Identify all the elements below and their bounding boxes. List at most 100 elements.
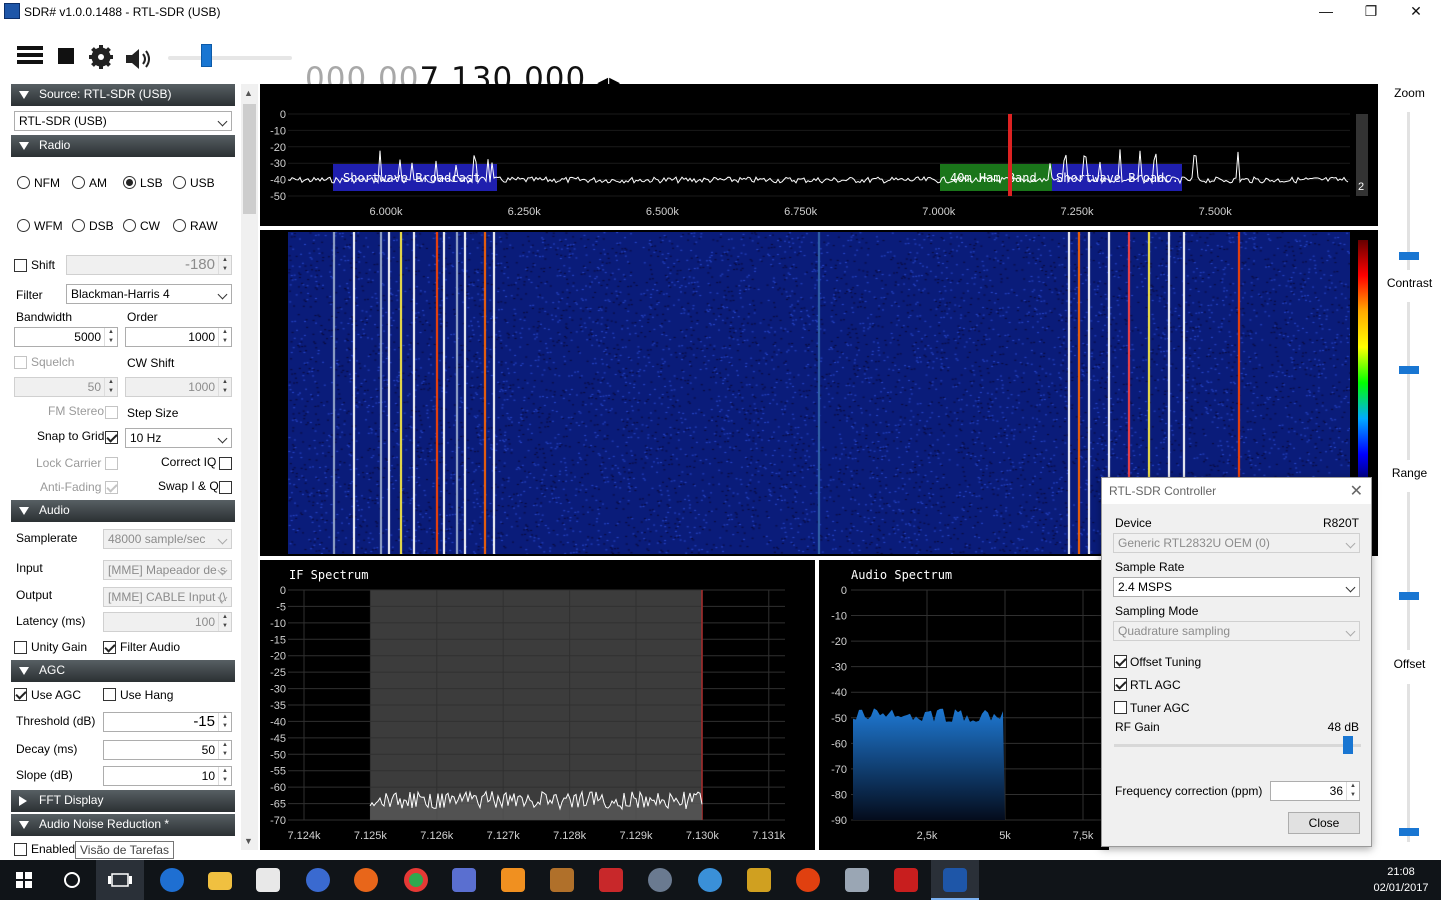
squelch-spinner[interactable]: ▲ ▼ (104, 378, 117, 396)
rtl-agc-checkbox[interactable] (1114, 678, 1127, 691)
contrast-slider[interactable] (1407, 302, 1410, 460)
app-icon-9[interactable] (833, 860, 881, 900)
freq-correction-input[interactable]: 36 ▲ ▼ (1270, 781, 1360, 801)
snap-checkbox[interactable] (105, 431, 118, 444)
mode-dsb-radio[interactable] (72, 219, 85, 232)
order-spinner[interactable]: ▲ ▼ (218, 328, 231, 346)
decay-input[interactable]: 50 ▲ ▼ (103, 740, 232, 760)
range-slider[interactable] (1407, 492, 1410, 650)
app-icon-5[interactable] (636, 860, 684, 900)
order-input[interactable]: 1000 ▲ ▼ (125, 327, 232, 347)
range-slider-thumb[interactable] (1399, 592, 1419, 600)
close-button[interactable]: ✕ (1393, 0, 1439, 24)
freq-correction-spinner[interactable]: ▲ ▼ (1346, 782, 1359, 800)
mode-usb-radio[interactable] (173, 176, 186, 189)
dialog-close-button[interactable]: Close (1288, 812, 1360, 834)
task-view-button[interactable] (96, 860, 144, 900)
left-panel-scrollbar[interactable]: ▲ ▼ (241, 84, 258, 850)
spectrum-plot[interactable]: 0 -10 -20 -30 -40 -50 6.000k 6.250k 6.500k 6.750k… (260, 84, 1378, 226)
shift-checkbox[interactable] (14, 259, 27, 272)
file-explorer-icon[interactable] (196, 860, 244, 900)
cwshift-input[interactable]: 1000 ▲ ▼ (125, 377, 232, 397)
scroll-up-arrow-icon[interactable]: ▲ (244, 88, 253, 98)
if-spectrum-plot[interactable]: 0 -5 -10 -15 -20 -25 -30 -35 -40 -45 -50 -55 -60 -65 -… (260, 560, 815, 850)
lockcarrier-checkbox[interactable] (105, 457, 118, 470)
output-device-select[interactable]: [MME] CABLE Input (\ (103, 587, 232, 607)
slope-input[interactable]: 10 ▲ ▼ (103, 766, 232, 786)
noise-enabled-checkbox[interactable] (14, 843, 27, 856)
firefox-icon[interactable] (342, 860, 390, 900)
noise-reduction-section-header[interactable]: Audio Noise Reduction * (11, 814, 235, 836)
app-icon-8[interactable] (784, 860, 832, 900)
contrast-slider-thumb[interactable] (1399, 366, 1419, 374)
latency-input[interactable]: 100 ▲ ▼ (103, 612, 232, 632)
zoom-slider[interactable] (1407, 112, 1410, 270)
source-section-header[interactable]: Source: RTL-SDR (USB) (11, 84, 235, 106)
agc-section-header[interactable]: AGC (11, 660, 235, 682)
stop-icon[interactable] (57, 44, 77, 66)
sdrsharp-taskbar-icon[interactable] (931, 860, 979, 900)
chrome-icon[interactable] (392, 860, 440, 900)
latency-spinner[interactable]: ▲ ▼ (218, 613, 231, 631)
decay-spinner[interactable]: ▲ ▼ (218, 741, 231, 759)
slope-spinner[interactable]: ▲ ▼ (218, 767, 231, 785)
correctiq-checkbox[interactable] (219, 457, 232, 470)
swapiq-checkbox[interactable] (219, 481, 232, 494)
acrobat-icon[interactable] (882, 860, 930, 900)
squelch-checkbox[interactable] (14, 356, 27, 369)
scroll-down-arrow-icon[interactable]: ▼ (244, 836, 253, 846)
audio-spectrum-plot[interactable]: 0 -10 -20 -30 -40 -50 -60 -70 -80 -90 2,5k 5k 7,5k A… (819, 560, 1109, 850)
tuner-agc-checkbox[interactable] (1114, 701, 1127, 714)
mode-wfm-radio[interactable] (17, 219, 30, 232)
bandwidth-spinner[interactable]: ▲ ▼ (104, 328, 117, 346)
offset-slider-thumb[interactable] (1399, 828, 1419, 836)
mode-raw-radio[interactable] (173, 219, 186, 232)
start-button[interactable] (0, 860, 48, 900)
device-select[interactable]: Generic RTL2832U OEM (0) (1113, 533, 1360, 553)
spectrum-analyzer[interactable]: 0 -10 -20 -30 -40 -50 6.000k 6.250k 6.500k 6.750k… (260, 84, 1378, 226)
source-device-select[interactable]: RTL-SDR (USB) (14, 111, 232, 131)
sampling-mode-select[interactable]: Quadrature sampling (1113, 621, 1360, 641)
unitygain-checkbox[interactable] (14, 641, 27, 654)
antifading-checkbox[interactable] (105, 481, 118, 494)
minimize-button[interactable]: — (1303, 0, 1349, 24)
app-icon-2[interactable] (440, 860, 488, 900)
offset-tuning-checkbox[interactable] (1114, 655, 1127, 668)
radio-section-header[interactable]: Radio (11, 135, 235, 157)
fft-section-header[interactable]: FFT Display (11, 790, 235, 812)
rf-gain-slider-thumb[interactable] (1343, 736, 1353, 754)
app-icon-7[interactable] (735, 860, 783, 900)
app-icon-3[interactable] (538, 860, 586, 900)
samplerate-select[interactable]: 48000 sample/sec (103, 529, 232, 549)
threshold-input[interactable]: -15 ▲ ▼ (103, 712, 232, 732)
app-icon-blue[interactable] (294, 860, 342, 900)
system-clock[interactable]: 21:08 02/01/2017 (1366, 864, 1436, 896)
usehang-checkbox[interactable] (103, 688, 116, 701)
dialog-close-icon[interactable]: ✕ (1350, 481, 1363, 501)
volume-slider-thumb[interactable] (201, 44, 212, 67)
mode-am-radio[interactable] (72, 176, 85, 189)
zoom-slider-thumb[interactable] (1399, 252, 1419, 260)
edge-browser-icon[interactable] (148, 860, 196, 900)
left-panel-scroll-thumb[interactable] (243, 104, 256, 214)
squelch-input[interactable]: 50 ▲ ▼ (14, 377, 118, 397)
input-device-select[interactable]: [MME] Mapeador de s (103, 560, 232, 580)
cortana-button[interactable] (48, 860, 96, 900)
maximize-button[interactable]: ❐ (1348, 0, 1394, 24)
media-player-icon[interactable] (489, 860, 537, 900)
volume-slider[interactable] (168, 56, 292, 60)
fmstereo-checkbox[interactable] (105, 406, 118, 419)
bandwidth-input[interactable]: 5000 ▲ ▼ (14, 327, 118, 347)
gear-icon[interactable] (89, 45, 115, 71)
useagc-checkbox[interactable] (14, 688, 27, 701)
menu-icon[interactable] (17, 44, 43, 66)
if-spectrum-panel[interactable]: 0 -5 -10 -15 -20 -25 -30 -35 -40 -45 -50 -55 -60 -65 -… (260, 560, 815, 850)
app-icon-6[interactable] (686, 860, 734, 900)
app-icon-4[interactable] (587, 860, 635, 900)
rf-gain-slider[interactable] (1114, 744, 1361, 747)
mode-nfm-radio[interactable] (17, 176, 30, 189)
mode-lsb-radio[interactable] (123, 176, 136, 189)
offset-slider[interactable] (1407, 684, 1410, 842)
filteraudio-checkbox[interactable] (103, 641, 116, 654)
filter-select[interactable]: Blackman-Harris 4 (66, 284, 232, 304)
